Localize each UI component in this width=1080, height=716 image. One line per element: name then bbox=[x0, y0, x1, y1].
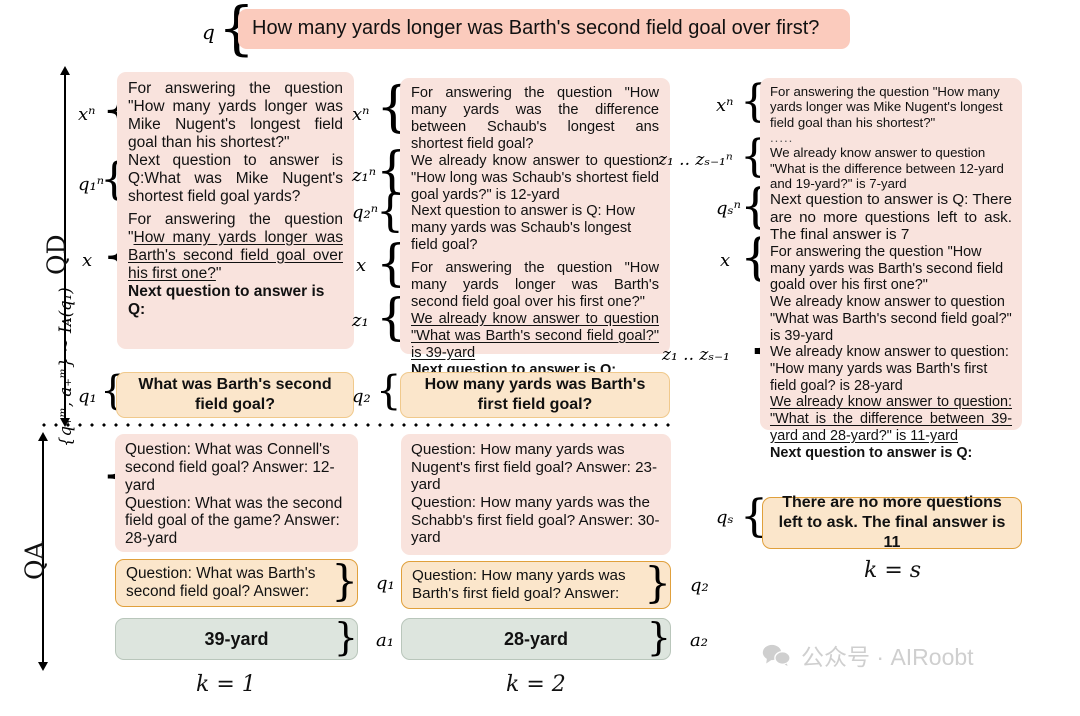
col3-prompt-p1: For answering the question "How many yar… bbox=[770, 84, 1003, 130]
col1-generated-question-text: What was Barth's second field goal? bbox=[138, 376, 332, 413]
col2-generated-question-text: How many yards was Barth's first field g… bbox=[424, 376, 646, 413]
col3-final-answer-box: There are no more questions left to ask.… bbox=[762, 494, 1022, 551]
top-question-box: How many yards longer was Barth's second… bbox=[238, 9, 850, 49]
col2-label-q2: q₂ bbox=[352, 386, 371, 407]
qa-section-label: QA bbox=[20, 541, 49, 580]
col2-label-xn: xⁿ bbox=[352, 104, 370, 125]
col1-label-xn: xⁿ bbox=[78, 104, 96, 125]
col3-prompt-box: For answering the question "How many yar… bbox=[760, 78, 1022, 461]
col3-prompt-p8: Next question to answer is Q: bbox=[770, 444, 973, 461]
col3-label-z-range-n: z₁ .. zₛ₋₁ⁿ bbox=[658, 150, 733, 170]
col2-label-q2n: q₂ⁿ bbox=[352, 202, 379, 223]
wechat-icon bbox=[762, 643, 792, 667]
qa-col1-answer-box: 39-yard bbox=[115, 618, 358, 660]
col3-label-qs: qₛ bbox=[716, 507, 734, 528]
col3-prompt-p7: We already know answer to question: "Wha… bbox=[770, 394, 1012, 444]
qa-col1-answer-text: 39-yard bbox=[204, 628, 269, 649]
col1-prompt-p2: Next question to answer is Q:What was Mi… bbox=[128, 151, 343, 205]
qa-col1-query-text: Question: What was Barth's second field … bbox=[126, 564, 316, 600]
col2-prompt-p1: For answering the question "How many yar… bbox=[411, 85, 659, 152]
qa-col2-answer-label: a₂ bbox=[690, 630, 708, 651]
qa-col1-example-2: Question: What was the second field goal… bbox=[125, 494, 343, 548]
qa-col2-examples-box: Question: How many yards was Nugent's fi… bbox=[401, 434, 671, 555]
col3-prompt-p6: We already know answer to question: "How… bbox=[770, 344, 1009, 394]
col3-final-answer-text: There are no more questions left to ask.… bbox=[778, 494, 1006, 551]
col2-generated-question-box: How many yards was Barth's first field g… bbox=[400, 372, 670, 418]
qa-col1-query-label: q₁ bbox=[376, 573, 395, 594]
step-caption-k2: k = 2 bbox=[506, 672, 566, 697]
col2-prompt-p2: We already know answer to question "How … bbox=[411, 152, 659, 203]
qa-col2-query-label: q₂ bbox=[690, 575, 709, 596]
qa-col2-example-2: Question: How many yards was the Schabb'… bbox=[411, 493, 660, 547]
col2-prompt-p5: We already know answer to question "What… bbox=[411, 310, 659, 361]
col3-label-xn: xⁿ bbox=[716, 95, 734, 116]
col2-label-x: x bbox=[356, 255, 367, 276]
qa-col2-answer-text: 28-yard bbox=[503, 628, 569, 649]
col1-prompt-p4: Next question to answer is Q: bbox=[128, 282, 325, 318]
col1-prompt-box: For answering the question "How many yar… bbox=[117, 72, 354, 349]
col3-prompt-p3: Next question to answer is Q: There are … bbox=[770, 191, 1012, 244]
qa-col2-example-1: Question: How many yards was Nugent's fi… bbox=[411, 441, 658, 494]
col3-label-qsn: qₛⁿ bbox=[716, 198, 741, 219]
qd-qa-divider bbox=[38, 423, 678, 427]
watermark: 公众号 · AIRoobt bbox=[762, 638, 974, 672]
col1-prompt-p1: For answering the question "How many yar… bbox=[128, 80, 343, 151]
qa-col1-examples-box: Question: What was Connell's second fiel… bbox=[115, 434, 358, 552]
qa-col1-query-box: Question: What was Barth's second field … bbox=[115, 559, 358, 607]
qa-col1-answer-brace: { bbox=[333, 615, 358, 659]
col1-label-x: x bbox=[82, 250, 93, 271]
col3-prompt-ellipsis: ..... bbox=[770, 129, 794, 145]
col2-brace-q2: { bbox=[376, 368, 402, 414]
qa-col1-example-1: Question: What was Connell's second fiel… bbox=[125, 441, 335, 494]
watermark-text: 公众号 · AIRoobt bbox=[801, 644, 974, 670]
qa-col2-answer-brace: { bbox=[646, 615, 671, 659]
qa-left-label: {q₊ᵐ, a₊ᵐ} ~ Iᴀ(q₁) bbox=[56, 287, 75, 447]
qa-col1-query-brace: { bbox=[331, 556, 358, 605]
col2-prompt-p3: Next question to answer is Q: How many y… bbox=[411, 203, 635, 254]
col1-label-q1: q₁ bbox=[78, 386, 97, 407]
qa-col2-query-text: Question: How many yards was Barth's fir… bbox=[412, 566, 626, 602]
col3-label-x: x bbox=[720, 250, 731, 271]
step-caption-ks: k = s bbox=[864, 558, 922, 583]
col3-label-z-range: z₁ .. zₛ₋₁ bbox=[662, 345, 730, 365]
top-question-text: How many yards longer was Barth's second… bbox=[252, 17, 820, 40]
col3-prompt-p5: We already know answer to question "What… bbox=[770, 294, 1012, 344]
qd-section-label: QD bbox=[42, 234, 71, 275]
qa-col2-query-brace: { bbox=[644, 558, 671, 607]
qa-col2-query-box: Question: How many yards was Barth's fir… bbox=[401, 561, 671, 609]
qa-col2-answer-box: 28-yard bbox=[401, 618, 671, 660]
col2-label-z1: z₁ bbox=[352, 310, 369, 331]
qa-col1-answer-label: a₁ bbox=[376, 630, 394, 651]
col3-prompt-p4: For answering the question "How many yar… bbox=[770, 244, 1004, 294]
col2-label-z1n: z₁ⁿ bbox=[352, 165, 376, 186]
col1-prompt-p3: For answering the question "How many yar… bbox=[128, 210, 343, 282]
step-caption-k1: k = 1 bbox=[196, 672, 256, 697]
col3-prompt-p2: We already know answer to question "What… bbox=[770, 145, 1004, 191]
col1-generated-question-box: What was Barth's second field goal? bbox=[116, 372, 354, 418]
figure-canvas: q { How many yards longer was Barth's se… bbox=[0, 0, 1080, 716]
top-question-label: q bbox=[202, 20, 215, 44]
col1-prompt-p3-underlined: How many yards longer was Barth's second… bbox=[128, 228, 343, 282]
col2-prompt-box: For answering the question "How many yar… bbox=[400, 78, 670, 378]
col2-prompt-p4: For answering the question "How many yar… bbox=[411, 260, 659, 311]
